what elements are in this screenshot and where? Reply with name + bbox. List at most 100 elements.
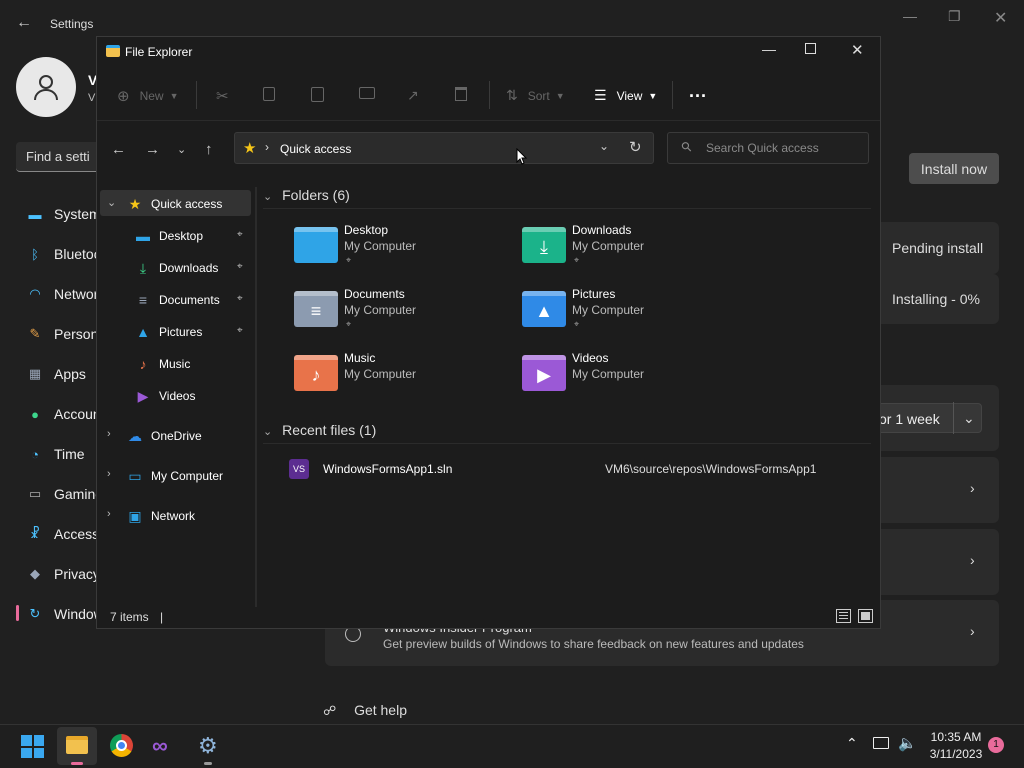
file-explorer-icon	[66, 736, 88, 754]
sidebar-item-privacy[interactable]: ◆ Privacy	[16, 558, 106, 590]
recent-locations-icon[interactable]: ⌄	[177, 143, 186, 156]
tree-item-pictures[interactable]: ▲ Pictures	[135, 319, 202, 345]
folder-tile-documents[interactable]: ≡ Documents My Computer ⌖	[292, 287, 512, 343]
tree-item-onedrive[interactable]: ☁ OneDrive	[127, 423, 202, 449]
folder-location: My Computer	[572, 367, 645, 381]
folder-tile-downloads[interactable]: ⤓ Downloads My Computer ⌖	[520, 223, 740, 279]
nav-selection-indicator	[16, 605, 19, 621]
back-arrow-icon[interactable]: ←	[16, 14, 32, 32]
accessibility-icon: ☧	[29, 526, 41, 541]
view-label: View	[616, 88, 643, 103]
folder-tile-videos[interactable]: ▶ Videos My Computer	[520, 351, 740, 407]
tree-item-music[interactable]: ♪ Music	[135, 351, 191, 377]
details-view-icon[interactable]	[836, 609, 851, 623]
avatar[interactable]	[16, 57, 76, 117]
maximize-icon[interactable]: ❐	[948, 8, 961, 25]
show-hidden-icons-icon[interactable]: ⌃	[846, 735, 858, 752]
chevron-down-icon[interactable]: ⌄	[107, 196, 116, 209]
breadcrumb[interactable]: Quick access	[280, 142, 351, 156]
sidebar-item-personalization[interactable]: ✎Personalization	[16, 318, 106, 350]
sidebar-item-time[interactable]: ◔ Time	[16, 438, 106, 470]
chevron-right-icon[interactable]: ›	[107, 428, 111, 440]
pause-duration-select[interactable]: or 1 week ⌄	[872, 402, 982, 434]
pause-duration-value: or 1 week	[879, 411, 940, 427]
recent-files-group-header[interactable]: ⌄ Recent files (1)	[263, 422, 376, 438]
folder-tile-music[interactable]: ♪ Music My Computer	[292, 351, 512, 407]
maximize-icon[interactable]	[805, 43, 816, 54]
chevron-down-icon: ⌄	[963, 410, 975, 426]
tree-item-desktop[interactable]: ▬ Desktop	[135, 223, 203, 249]
advanced-options-card[interactable]: ›	[870, 529, 999, 595]
folder-tile-desktop[interactable]: Desktop My Computer ⌖	[292, 223, 512, 279]
new-label: New	[139, 89, 164, 103]
pin-icon: ⌖	[346, 255, 352, 265]
chevron-right-icon[interactable]: ›	[107, 468, 111, 480]
close-icon[interactable]: ✕	[851, 41, 864, 59]
tree-item-downloads[interactable]: ⤓ Downloads	[135, 255, 218, 281]
notification-badge[interactable]: 1	[988, 737, 1004, 753]
tree-item-network[interactable]: ▣ Network	[127, 503, 195, 529]
sort-button[interactable]: ⇅ Sort ▼	[506, 87, 565, 104]
tree-item-my-computer[interactable]: ▭ My Computer	[127, 463, 223, 489]
visual-studio-icon[interactable]: ∞	[152, 733, 168, 759]
tree-item-label: Network	[151, 509, 196, 523]
desktop-folder-icon	[294, 227, 338, 263]
minimize-icon[interactable]: —	[762, 41, 776, 57]
tree-item-documents[interactable]: ≡ Documents	[135, 287, 220, 313]
find-setting-input[interactable]: Find a setti	[16, 142, 106, 172]
search-input[interactable]: ⚲ Search Quick access	[667, 132, 869, 164]
get-help-link[interactable]: ☍ Get help	[323, 702, 407, 719]
refresh-icon[interactable]: ↻	[629, 138, 642, 156]
pane-splitter[interactable]	[255, 187, 257, 607]
sidebar-item-gaming[interactable]: ▭ Gaming	[16, 478, 106, 510]
tree-item-videos[interactable]: ▶ Videos	[135, 383, 196, 409]
user-icon	[34, 75, 58, 101]
copy-icon[interactable]	[263, 87, 275, 101]
sidebar-item-apps[interactable]: ▦ Apps	[16, 358, 106, 390]
monitor-icon: ▬	[28, 206, 42, 222]
chrome-icon[interactable]	[110, 734, 133, 757]
up-arrow-icon[interactable]: ↑	[205, 141, 213, 158]
rename-icon[interactable]	[359, 87, 375, 99]
plus-circle-icon: ⊕	[117, 88, 130, 105]
update-history-card[interactable]: ›	[870, 457, 999, 523]
view-button[interactable]: ☰ View ▼	[594, 87, 657, 104]
large-icons-view-icon[interactable]	[858, 609, 873, 623]
paste-icon[interactable]	[311, 87, 324, 102]
address-bar[interactable]: ★ › Quick access ⌄ ↻	[234, 132, 654, 164]
forward-arrow-icon[interactable]: →	[145, 141, 160, 158]
tree-item-quick-access[interactable]: ★ Quick access	[127, 191, 223, 217]
star-icon: ★	[128, 195, 142, 212]
settings-gear-icon[interactable]: ⚙	[198, 733, 218, 759]
list-item[interactable]: VS WindowsFormsApp1.sln VM6\source\repos…	[287, 457, 847, 483]
sidebar-item-system[interactable]: ▬ System	[16, 198, 106, 230]
folder-location: My Computer	[344, 303, 417, 317]
more-options-button[interactable]: ...	[689, 81, 707, 102]
sidebar-item-accounts[interactable]: ● Accounts	[16, 398, 106, 430]
cut-icon[interactable]: ✂	[216, 87, 229, 105]
volume-icon[interactable]: 🔈	[898, 734, 917, 752]
back-arrow-icon[interactable]: ←	[111, 141, 126, 158]
sidebar-item-bluetooth[interactable]: ᛒBluetooth	[16, 238, 106, 270]
downloads-folder-icon: ⤓	[522, 227, 566, 263]
windows-start-icon[interactable]	[21, 735, 44, 758]
folders-group-header[interactable]: ⌄ Folders (6)	[263, 187, 350, 203]
sidebar-item-network[interactable]: ◠ Network	[16, 278, 106, 310]
close-icon[interactable]: ✕	[994, 8, 1007, 28]
share-icon[interactable]: ↗	[407, 87, 419, 104]
address-dropdown-icon[interactable]: ⌄	[599, 139, 609, 153]
install-now-button[interactable]: Install now	[909, 153, 999, 184]
tree-item-label: Pictures	[159, 325, 203, 339]
file-explorer-taskbar-button[interactable]	[57, 727, 97, 765]
sidebar-item-windows-update[interactable]: ↻Windows Update	[16, 598, 106, 630]
network-status-icon[interactable]	[873, 737, 889, 749]
clock[interactable]: 10:35 AM 3/11/2023	[922, 730, 990, 761]
delete-icon[interactable]	[455, 87, 467, 101]
folder-tile-pictures[interactable]: ▲ Pictures My Computer ⌖	[520, 287, 740, 343]
chevron-right-icon[interactable]: ›	[107, 508, 111, 520]
pin-icon: ⌖	[574, 319, 580, 329]
minimize-icon[interactable]: —	[903, 8, 917, 24]
sidebar-item-accessibility[interactable]: ☧Accessibility	[16, 518, 106, 550]
sidebar-item-label: System	[54, 206, 101, 222]
new-button[interactable]: ⊕ New ▼	[117, 87, 179, 105]
